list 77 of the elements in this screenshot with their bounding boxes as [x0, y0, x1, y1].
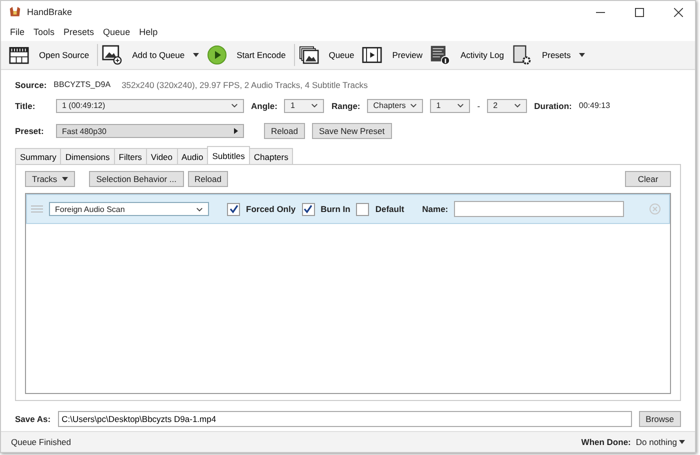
toolbar-button[interactable]: Queue [296, 42, 360, 68]
checkbox-label: Burn In [320, 204, 350, 214]
duration-value: 00:49:13 [578, 101, 610, 110]
preset-button[interactable]: Save New Preset [312, 123, 392, 139]
toolbar-button[interactable]: Preview [360, 42, 428, 68]
menu-item[interactable]: Tools [34, 27, 55, 37]
maximize-icon[interactable] [635, 8, 644, 16]
clapperboard-icon [9, 45, 29, 65]
when-done-dropdown[interactable]: Do nothing [636, 437, 685, 447]
chevron-down-icon [311, 103, 318, 108]
toolbar-button[interactable]: Start Encode [204, 42, 292, 68]
save-as-label: Save As: [15, 414, 51, 424]
play-icon [206, 45, 227, 65]
caret-icon [62, 177, 68, 181]
range-type-dropdown[interactable]: Chapters [367, 98, 424, 112]
settings-icon [512, 45, 532, 65]
angle-label: Angle: [251, 100, 278, 110]
log-info-icon [430, 45, 450, 65]
checkbox-label: Forced Only [246, 204, 296, 214]
checkbox-label: Default [375, 204, 404, 214]
save-path-field[interactable]: C:\Users\pc\Desktop\Bbcyzts D9a-1.mp4 [58, 411, 632, 427]
window-title: HandBrake [27, 7, 72, 17]
image-stack-icon [298, 45, 319, 65]
tab[interactable]: Video [146, 148, 178, 164]
title-label: Title: [15, 100, 36, 110]
toolbar-button[interactable]: Add to Queue [100, 42, 205, 68]
source-info: 352x240 (320x240), 29.97 FPS, 2 Audio Tracks, 4 Subtitle Tracks [122, 80, 368, 90]
angle-dropdown[interactable]: 1 [284, 98, 324, 112]
name-label: Name: [422, 204, 448, 214]
menu-item[interactable]: Queue [103, 27, 130, 37]
menu-item[interactable]: File [10, 27, 25, 37]
name-field[interactable] [454, 201, 624, 217]
duration-label: Duration: [534, 100, 572, 110]
tab[interactable]: Filters [114, 148, 147, 164]
arrow-right-icon [234, 128, 238, 134]
preset-button[interactable]: Reload [264, 123, 305, 139]
source-name: BBCYZTS_D9A [54, 80, 111, 89]
menu-item[interactable]: Help [139, 27, 158, 37]
app-logo-icon [9, 6, 21, 18]
range-label: Range: [331, 100, 360, 110]
toolbar-button[interactable]: Open Source [7, 42, 96, 68]
chevron-down-icon [410, 103, 418, 108]
film-icon [362, 45, 382, 65]
chevron-down-icon [514, 103, 522, 108]
track-dropdown[interactable]: Foreign Audio Scan [49, 202, 209, 216]
subtitle-track-row[interactable]: Foreign Audio Scan Forced Only Burn In Default Name: [26, 194, 670, 224]
range-end-dropdown[interactable]: 2 [487, 98, 528, 112]
tab[interactable]: Audio [176, 148, 208, 164]
caret-icon [679, 440, 685, 444]
preset-label: Preset: [15, 126, 45, 136]
range-separator: - [477, 100, 480, 110]
tab[interactable]: Dimensions [60, 148, 115, 164]
checkbox[interactable] [227, 202, 240, 216]
chevron-down-icon [457, 103, 464, 108]
image-add-icon [102, 45, 122, 65]
toolbar-button[interactable]: Presets [510, 42, 591, 68]
tab[interactable]: Chapters [248, 148, 294, 164]
toolbar-button[interactable]: Activity Log [428, 42, 510, 68]
chevron-down-icon [231, 103, 238, 108]
clear-button[interactable]: Clear [625, 171, 671, 187]
tab[interactable]: Summary [15, 148, 62, 164]
menu-item[interactable]: Presets [64, 27, 94, 37]
title-dropdown[interactable]: 1 (00:49:12) [56, 98, 244, 112]
browse-button[interactable]: Browse [638, 411, 681, 427]
tracks-button[interactable]: Tracks [25, 171, 76, 187]
close-icon[interactable] [674, 8, 683, 16]
preset-dropdown[interactable]: Fast 480p30 [56, 124, 244, 138]
selection-behavior-button[interactable]: Selection Behavior ... [89, 171, 184, 187]
status-text: Queue Finished [11, 437, 72, 447]
when-done-label: When Done: [581, 437, 631, 447]
drag-handle-icon[interactable] [31, 205, 43, 213]
checkbox[interactable] [302, 202, 315, 216]
source-label: Source: [15, 80, 47, 90]
chevron-down-icon [196, 206, 203, 212]
checkbox[interactable] [356, 202, 370, 216]
reload-button[interactable]: Reload [188, 171, 228, 187]
range-start-dropdown[interactable]: 1 [430, 98, 470, 112]
